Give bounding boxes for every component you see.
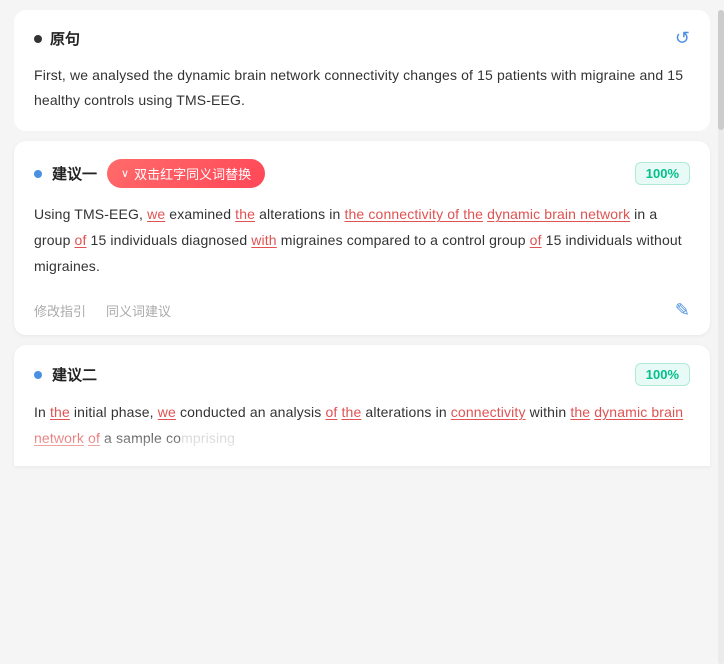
original-text: First, we analysed the dynamic brain net… [34,63,690,113]
suggestion-two-score: 100% [635,363,690,386]
word-the-1[interactable]: the [235,206,255,222]
suggestion-two-dot [34,371,42,379]
suggestion-one-text: Using TMS-EEG, we examined the alteratio… [34,202,690,280]
refresh-icon[interactable]: ↺ [675,28,690,49]
guide-link[interactable]: 修改指引 [34,301,86,320]
suggestion-two-header: 建议二 100% [34,363,690,386]
replace-btn-label: 双击红字同义词替换 [134,164,251,183]
suggestion-two-left: 建议二 [34,364,97,385]
scrollbar-track [718,10,724,664]
chevron-down-icon: ∨ [121,167,129,180]
edit-icon[interactable]: ✎ [675,300,690,321]
phrase-the-connectivity[interactable]: the connectivity of the [344,206,483,222]
word-connectivity-s2[interactable]: connectivity [451,404,526,420]
synonym-link[interactable]: 同义词建议 [106,301,171,320]
suggestion-two-text: In the initial phase, we conducted an an… [34,400,690,452]
footer-left: 修改指引 同义词建议 [34,301,171,320]
suggestion-two-title: 建议二 [52,364,97,385]
suggestion-one-title: 建议一 [52,163,97,184]
word-of-1[interactable]: of [75,232,87,248]
word-with-1[interactable]: with [251,232,276,248]
suggestion-one-card: 建议一 ∨ 双击红字同义词替换 100% Using TMS-EEG, we e… [14,141,710,335]
replace-button[interactable]: ∨ 双击红字同义词替换 [107,159,265,188]
word-we-s2[interactable]: we [158,404,176,420]
word-the-s2c[interactable]: the [570,404,590,420]
original-header: 原句 ↺ [34,28,690,49]
original-title: 原句 [50,28,80,49]
word-of-s2b[interactable]: of [88,430,100,446]
original-section: 原句 ↺ First, we analysed the dynamic brai… [14,10,710,131]
word-we-1[interactable]: we [147,206,165,222]
word-the-s2b[interactable]: the [341,404,361,420]
scrollbar-thumb[interactable] [718,10,724,130]
phrase-dynamic-brain-network[interactable]: dynamic brain network [487,206,630,222]
original-dot [34,35,42,43]
word-of-s2[interactable]: of [325,404,337,420]
word-of-2[interactable]: of [530,232,542,248]
suggestion-one-score: 100% [635,162,690,185]
suggestion-one-dot [34,170,42,178]
word-the-s2[interactable]: the [50,404,70,420]
suggestion-one-left: 建议一 ∨ 双击红字同义词替换 [34,159,265,188]
page-wrapper: 原句 ↺ First, we analysed the dynamic brai… [0,10,724,466]
suggestion-one-footer: 修改指引 同义词建议 ✎ [34,292,690,321]
suggestion-one-header: 建议一 ∨ 双击红字同义词替换 100% [34,159,690,188]
suggestion-two-card: 建议二 100% In the initial phase, we conduc… [14,345,710,466]
original-title-row: 原句 [34,28,80,49]
